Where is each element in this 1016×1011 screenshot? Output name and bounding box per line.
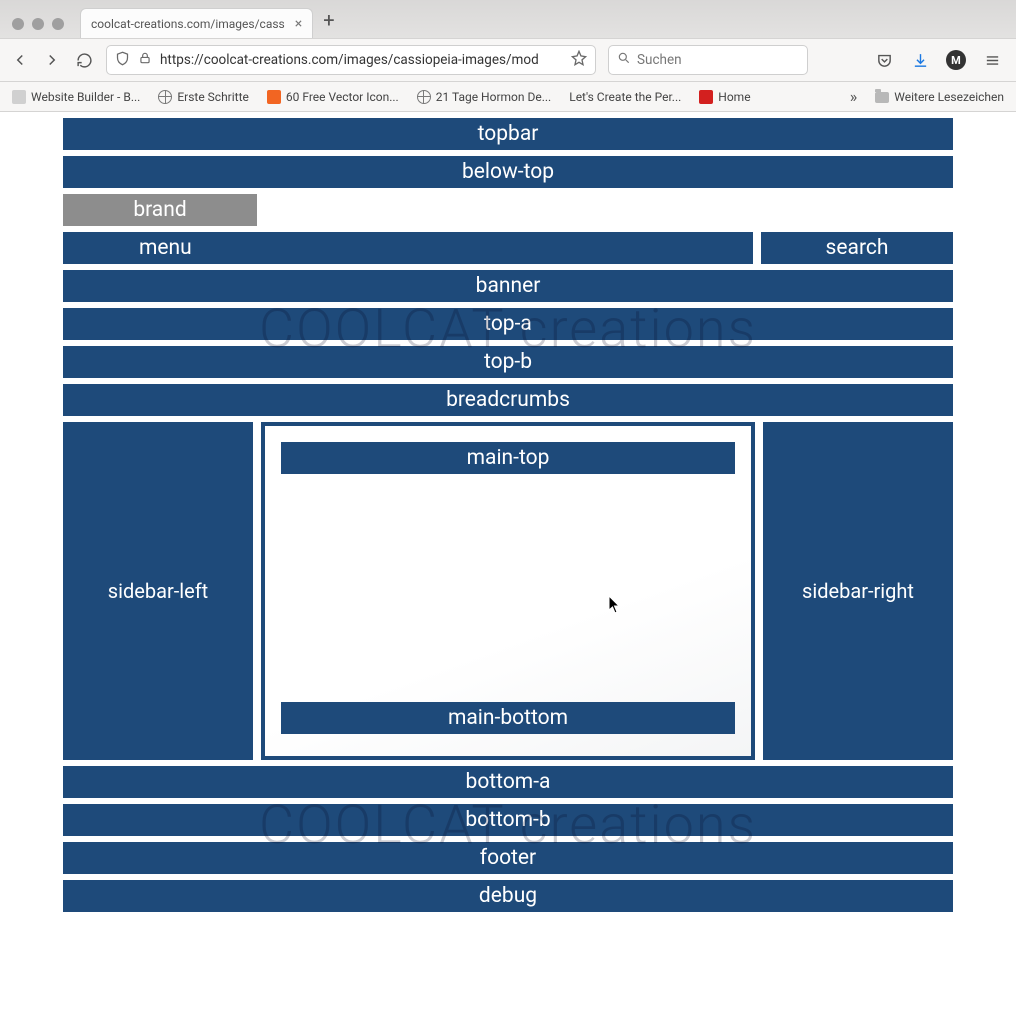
search-bar[interactable]: Suchen	[608, 45, 808, 75]
position-brand: brand	[63, 194, 257, 226]
position-footer: footer	[63, 842, 953, 874]
position-bottom-a: bottom-a	[63, 766, 953, 798]
position-bottom-b: bottom-b	[63, 804, 953, 836]
position-search: search	[761, 232, 953, 264]
globe-icon	[417, 90, 431, 104]
position-debug: debug	[63, 880, 953, 912]
shield-icon[interactable]	[115, 51, 130, 70]
favicon-icon	[267, 90, 281, 104]
search-placeholder: Suchen	[637, 52, 682, 68]
browser-chrome: coolcat-creations.com/images/cass × + ht…	[0, 0, 1016, 112]
window-controls	[10, 18, 70, 38]
bookmark-item[interactable]: Website Builder - B...	[12, 90, 140, 104]
position-top-a: top-a	[63, 308, 953, 340]
profile-avatar[interactable]: M	[946, 50, 966, 70]
position-sidebar-left: sidebar-left	[63, 422, 253, 760]
menu-icon[interactable]	[982, 50, 1002, 70]
position-top-b: top-b	[63, 346, 953, 378]
tab-title: coolcat-creations.com/images/cass	[91, 17, 285, 31]
forward-button[interactable]	[42, 50, 62, 70]
toolbar: https://coolcat-creations.com/images/cas…	[0, 38, 1016, 82]
bookmark-item[interactable]: Let's Create the Per...	[569, 90, 681, 104]
maximize-window-icon[interactable]	[52, 18, 64, 30]
position-menu: menu	[63, 232, 753, 264]
bookmark-item[interactable]: 60 Free Vector Icon...	[267, 90, 399, 104]
favicon-icon	[699, 90, 713, 104]
downloads-icon[interactable]	[910, 50, 930, 70]
position-topbar: topbar	[63, 118, 953, 150]
position-banner: banner	[63, 270, 953, 302]
close-window-icon[interactable]	[12, 18, 24, 30]
bookmark-item[interactable]: Home	[699, 90, 750, 104]
template-layout-diagram: topbar below-top brand menu search banne…	[63, 118, 953, 912]
back-button[interactable]	[10, 50, 30, 70]
position-main-bottom: main-bottom	[281, 702, 735, 734]
main-content-area	[281, 488, 735, 694]
bookmarks-bar: Website Builder - B... Erste Schritte 60…	[0, 82, 1016, 112]
position-main-top: main-top	[281, 442, 735, 474]
position-below-top: below-top	[63, 156, 953, 188]
bookmark-star-icon[interactable]	[571, 50, 587, 70]
other-bookmarks-folder[interactable]: Weitere Lesezeichen	[875, 90, 1004, 104]
tab-bar: coolcat-creations.com/images/cass × +	[0, 0, 1016, 38]
lock-icon[interactable]	[138, 51, 152, 69]
new-tab-button[interactable]: +	[323, 8, 338, 38]
bookmarks-overflow-icon[interactable]: »	[850, 87, 858, 106]
favicon-icon	[12, 90, 26, 104]
pocket-icon[interactable]	[874, 50, 894, 70]
position-breadcrumbs: breadcrumbs	[63, 384, 953, 416]
search-icon	[617, 51, 631, 69]
address-bar[interactable]: https://coolcat-creations.com/images/cas…	[106, 45, 596, 75]
bookmark-item[interactable]: 21 Tage Hormon De...	[417, 90, 552, 104]
browser-tab[interactable]: coolcat-creations.com/images/cass ×	[80, 8, 313, 38]
reload-button[interactable]	[74, 50, 94, 70]
url-text: https://coolcat-creations.com/images/cas…	[160, 52, 563, 68]
folder-icon	[875, 92, 889, 103]
close-tab-icon[interactable]: ×	[295, 16, 302, 32]
position-sidebar-right: sidebar-right	[763, 422, 953, 760]
globe-icon	[158, 90, 172, 104]
minimize-window-icon[interactable]	[32, 18, 44, 30]
main-container: main-top main-bottom	[261, 422, 755, 760]
page-viewport: topbar below-top brand menu search banne…	[0, 112, 1016, 1011]
bookmark-item[interactable]: Erste Schritte	[158, 90, 249, 104]
